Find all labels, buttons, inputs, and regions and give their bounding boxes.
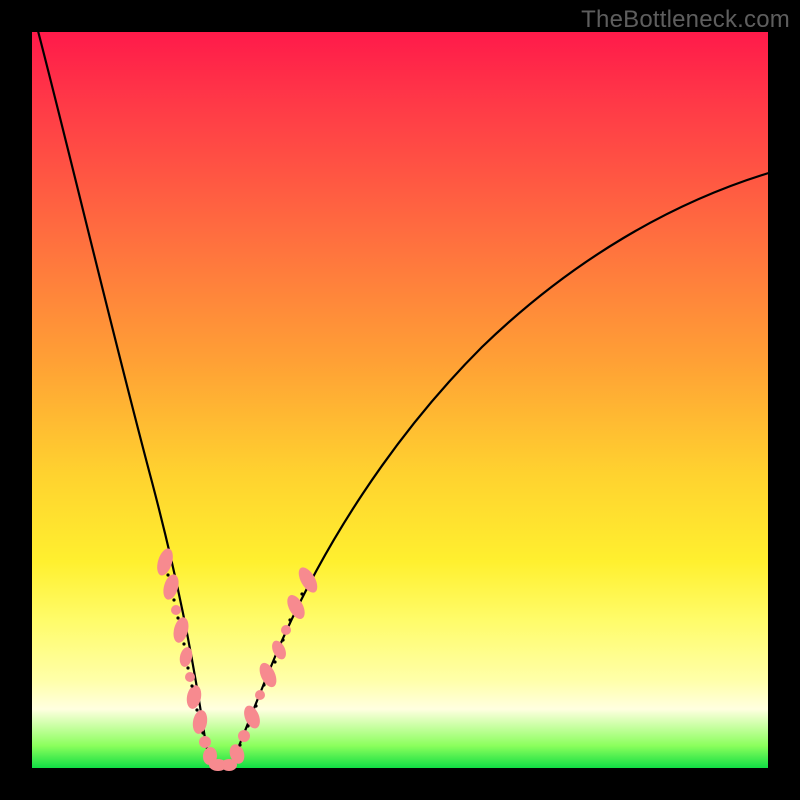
marker-cluster [154,547,321,771]
plot-area [32,32,768,768]
watermark-text: TheBottleneck.com [581,6,790,34]
curve-right-branch [230,172,772,768]
curve-layer [32,32,768,768]
chart-frame: TheBottleneck.com [0,0,800,800]
